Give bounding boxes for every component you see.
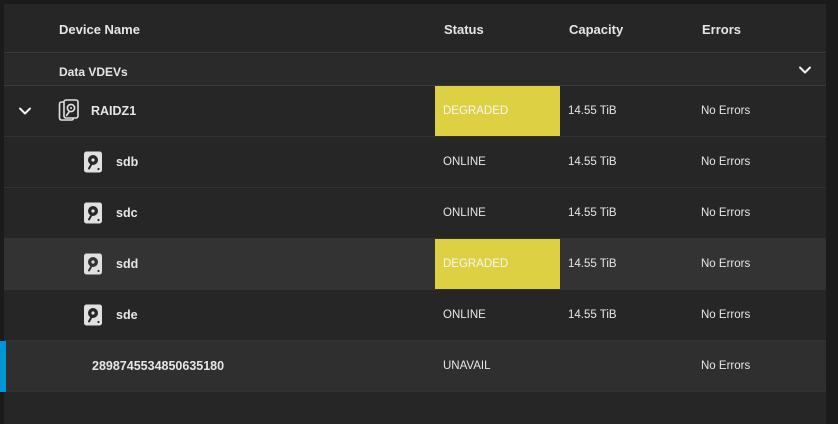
chevron-down-icon[interactable] — [18, 104, 32, 118]
group-data-vdevs[interactable]: Data VDEVs — [4, 54, 826, 86]
chevron-down-icon[interactable] — [798, 63, 812, 77]
pool-devices-panel: Device Name Status Capacity Errors Data … — [0, 0, 838, 424]
table-row-sdc[interactable]: sdc ONLINE 14.55 TiB No Errors — [4, 188, 826, 239]
device-name: RAIDZ1 — [91, 104, 137, 118]
errors-value: No Errors — [701, 360, 751, 372]
hard-disk-icon — [84, 304, 102, 326]
table-row-sde[interactable]: sde ONLINE 14.55 TiB No Errors — [4, 290, 826, 341]
group-label: Data VDEVs — [59, 65, 128, 79]
hard-disk-icon — [84, 202, 102, 224]
status-text: ONLINE — [443, 207, 486, 219]
column-header-status[interactable]: Status — [444, 22, 484, 37]
status-badge: ONLINE — [435, 137, 560, 187]
column-header-device-name[interactable]: Device Name — [59, 22, 140, 37]
column-header-capacity[interactable]: Capacity — [569, 22, 623, 37]
status-badge: ONLINE — [435, 188, 560, 238]
status-text: ONLINE — [443, 156, 486, 168]
selected-row-indicator — [0, 341, 6, 392]
capacity-value: 14.55 TiB — [568, 309, 617, 321]
column-header-errors[interactable]: Errors — [702, 22, 741, 37]
table-header: Device Name Status Capacity Errors — [4, 4, 826, 53]
raid-disks-icon — [58, 99, 79, 121]
capacity-value: 14.55 TiB — [568, 156, 617, 168]
status-text: DEGRADED — [443, 258, 509, 270]
table-empty-area — [4, 393, 826, 424]
errors-value: No Errors — [701, 105, 751, 117]
device-name: sdb — [116, 155, 139, 169]
status-text: ONLINE — [443, 309, 486, 321]
status-badge: DEGRADED — [435, 86, 560, 136]
status-badge: DEGRADED — [435, 239, 560, 289]
status-text: DEGRADED — [443, 105, 509, 117]
table-row-raidz1[interactable]: RAIDZ1 DEGRADED 14.55 TiB No Errors — [4, 86, 826, 137]
errors-value: No Errors — [701, 258, 751, 270]
capacity-value: 14.55 TiB — [568, 207, 617, 219]
errors-value: No Errors — [701, 207, 751, 219]
devices-table: Device Name Status Capacity Errors Data … — [0, 4, 826, 424]
device-name: sdd — [116, 257, 139, 271]
status-badge: UNAVAIL — [435, 341, 560, 391]
table-row-missing-device[interactable]: 2898745534850635180 UNAVAIL No Errors — [0, 341, 826, 392]
device-name: sde — [116, 308, 138, 322]
hard-disk-icon — [84, 151, 102, 173]
status-text: UNAVAIL — [443, 360, 491, 372]
capacity-value: 14.55 TiB — [568, 105, 617, 117]
errors-value: No Errors — [701, 309, 751, 321]
errors-value: No Errors — [701, 156, 751, 168]
status-badge: ONLINE — [435, 290, 560, 340]
hard-disk-icon — [84, 253, 102, 275]
table-row-sdb[interactable]: sdb ONLINE 14.55 TiB No Errors — [4, 137, 826, 188]
table-row-sdd[interactable]: sdd DEGRADED 14.55 TiB No Errors — [4, 239, 826, 290]
device-name: sdc — [116, 206, 138, 220]
device-name: 2898745534850635180 — [92, 359, 225, 373]
capacity-value: 14.55 TiB — [568, 258, 617, 270]
right-border — [826, 0, 838, 424]
